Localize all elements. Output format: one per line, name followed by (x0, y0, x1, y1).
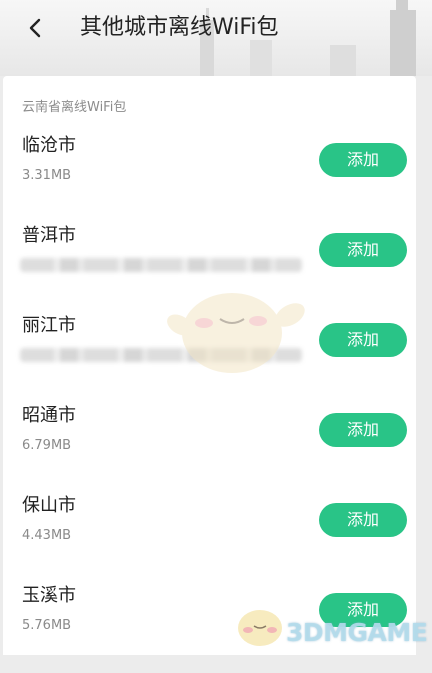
add-button[interactable]: 添加 (319, 323, 407, 357)
mascot-watermark-icon (167, 293, 305, 373)
watermark-text: 3DMGAME (286, 618, 428, 647)
package-size: 5.76MB (22, 618, 72, 633)
city-name: 保山市 (22, 495, 76, 516)
city-name: 临沧市 (22, 135, 76, 156)
city-row: 昭通市 6.79MB 添加 (0, 403, 432, 493)
back-arrow-icon[interactable] (20, 12, 52, 44)
city-name: 普洱市 (22, 225, 76, 246)
blurred-size-text (20, 258, 302, 272)
add-button[interactable]: 添加 (319, 233, 407, 267)
city-name: 昭通市 (22, 405, 76, 426)
page-title: 其他城市离线WiFi包 (80, 15, 279, 40)
city-row: 保山市 4.43MB 添加 (0, 493, 432, 583)
add-button[interactable]: 添加 (319, 413, 407, 447)
city-row: 临沧市 3.31MB 添加 (0, 133, 432, 223)
province-section-title: 云南省离线WiFi包 (22, 100, 127, 115)
top-bar: 其他城市离线WiFi包 (0, 0, 432, 76)
package-size: 4.43MB (22, 528, 72, 543)
package-size: 3.31MB (22, 168, 72, 183)
package-size: 6.79MB (22, 438, 72, 453)
city-name: 玉溪市 (22, 585, 76, 606)
add-button[interactable]: 添加 (319, 143, 407, 177)
city-name: 丽江市 (22, 315, 76, 336)
add-button[interactable]: 添加 (319, 503, 407, 537)
